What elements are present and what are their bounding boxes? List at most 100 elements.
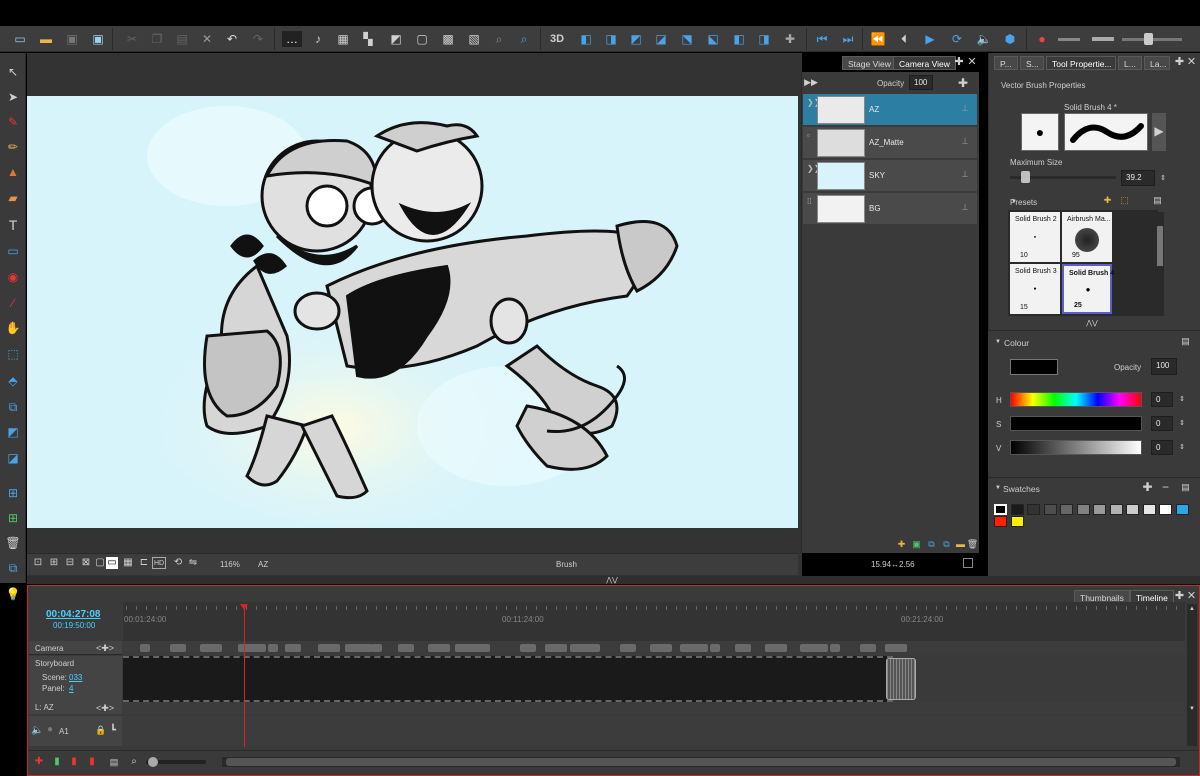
add-swatch-icon[interactable]: ✚ — [1142, 481, 1153, 493]
zoom-icon[interactable]: ▧ — [466, 31, 482, 47]
swatches-collapse-icon[interactable]: ▼ — [994, 483, 1002, 493]
hue-stepper-icon[interactable]: ⇕ — [1177, 392, 1187, 407]
loop-icon[interactable]: ⟳ — [949, 31, 965, 47]
tab-stage-view[interactable]: Stage View — [842, 56, 897, 70]
split-panel-icon[interactable]: ▮ — [86, 756, 98, 768]
undo-icon[interactable]: ↶ — [224, 31, 240, 47]
eraser-tool-icon[interactable]: ▰ — [5, 190, 21, 206]
grid-toggle-icon[interactable]: ▦ — [122, 557, 134, 569]
layer-lock-icon[interactable]: ⊥ — [961, 103, 969, 114]
camera-keyframe[interactable] — [200, 644, 222, 652]
camera-keyframe[interactable] — [590, 644, 600, 652]
drawing-canvas[interactable] — [27, 96, 798, 528]
brush-tip-preview[interactable]: ● — [1021, 113, 1059, 151]
camera-icon-6[interactable]: ⬕ — [705, 31, 721, 47]
export-preset-icon[interactable]: ⬚ — [1119, 195, 1130, 206]
brush-width-line-2[interactable] — [1092, 37, 1114, 41]
close-panel-icon[interactable]: ✕ — [1186, 57, 1197, 68]
camera-track-controls-icon[interactable]: <✚> — [92, 642, 118, 654]
camera-keyframe[interactable] — [680, 644, 708, 652]
camera-keyframe[interactable] — [285, 644, 301, 652]
swatch[interactable] — [1175, 504, 1189, 515]
new-file-icon[interactable]: ▭ — [12, 31, 28, 47]
redo-icon[interactable]: ↷ — [250, 31, 266, 47]
preset-solid-brush-4[interactable]: Solid Brush 4 ● 25 — [1062, 264, 1114, 314]
brush-tip-icon[interactable]: ● — [1034, 31, 1050, 47]
remove-swatch-icon[interactable]: − — [1160, 481, 1171, 493]
camera-keyframe[interactable] — [650, 644, 672, 652]
reset-zoom-icon[interactable]: ⊠ — [80, 557, 92, 569]
camera-icon-4[interactable]: ◪ — [653, 31, 669, 47]
swatch[interactable] — [1142, 504, 1156, 515]
scroll-up-icon[interactable]: ▲ — [1187, 604, 1197, 614]
audio-lock-icon[interactable]: 🔒 — [95, 725, 106, 736]
zoom-out-icon-2[interactable]: ⊟ — [64, 557, 76, 569]
swatch[interactable] — [1093, 504, 1106, 515]
duplicate-panel-icon[interactable]: ⊞ — [5, 510, 21, 526]
shape-tool-icon[interactable]: ▭ — [5, 243, 21, 259]
preset-airbrush[interactable]: Airbrush Ma... 95 — [1062, 212, 1112, 262]
open-file-icon[interactable]: ▬ — [38, 31, 54, 47]
max-size-slider-handle[interactable] — [1020, 171, 1030, 183]
contour-editor-icon[interactable]: ➤ — [5, 89, 21, 105]
layer-row-sky[interactable]: ❯❯ SKY ⊥ — [803, 160, 977, 192]
camera-keyframe[interactable] — [830, 644, 840, 652]
camera-keyframe[interactable] — [480, 644, 490, 652]
saturation-stepper-icon[interactable]: ⇕ — [1177, 416, 1187, 431]
value-input[interactable]: 0 — [1151, 440, 1173, 455]
timeline-zoom-handle[interactable] — [148, 757, 158, 767]
delete-panel-icon[interactable]: ▮ — [68, 756, 80, 768]
trash-icon[interactable]: 🗑 — [5, 535, 21, 551]
swatch[interactable] — [1159, 504, 1172, 515]
select-tool-icon[interactable]: ↖ — [5, 64, 21, 80]
3d-icon[interactable]: 3D — [548, 31, 566, 47]
camera-keyframe[interactable] — [398, 644, 414, 652]
camera-icon-8[interactable]: ◨ — [756, 31, 772, 47]
paint-tool-icon[interactable]: ◉ — [5, 269, 21, 285]
dropper-tool-icon[interactable]: ⁄ — [5, 295, 21, 311]
tab-tool-properties[interactable]: Tool Propertie... — [1046, 56, 1116, 70]
current-colour-swatch[interactable] — [1010, 359, 1058, 375]
max-size-input[interactable]: 39.2 — [1121, 170, 1155, 186]
camera-icon-3[interactable]: ◩ — [628, 31, 644, 47]
camera-keyframe[interactable] — [545, 644, 567, 652]
layer-visibility-icon[interactable]: ⁞⁞ — [807, 197, 811, 206]
safe-area-toggle-icon[interactable]: ⊏ — [138, 557, 150, 569]
saturation-input[interactable]: 0 — [1151, 416, 1173, 431]
camera-keyframe[interactable] — [710, 644, 720, 652]
hue-input[interactable]: 0 — [1151, 392, 1173, 407]
value-stepper-icon[interactable]: ⇕ — [1177, 440, 1187, 455]
layer-track-controls-icon[interactable]: <✚> — [92, 703, 118, 713]
tab-s[interactable]: S... — [1020, 56, 1044, 70]
layer-icon-2[interactable]: ◩ — [5, 424, 21, 440]
stamp-tool-icon[interactable]: ▲ — [5, 164, 21, 180]
colour-menu-icon[interactable]: ▤ — [1180, 336, 1191, 347]
camera-keyframe[interactable] — [428, 644, 450, 652]
tab-la[interactable]: La... — [1144, 56, 1170, 70]
import-preset-icon[interactable]: ✚ — [1102, 195, 1113, 206]
camera-keyframe[interactable] — [520, 644, 536, 652]
collapse-timeline-icon[interactable]: ⋀⋁ — [600, 576, 624, 584]
paste-icon[interactable]: ▤ — [174, 31, 190, 47]
close-view-icon[interactable]: ✕ — [966, 56, 978, 68]
hand-tool-icon[interactable]: ✋ — [5, 320, 21, 336]
tab-camera-view[interactable]: Camera View — [893, 56, 956, 70]
previous-frame-icon[interactable]: ⏴ — [896, 31, 912, 47]
duplicate-layer-icon[interactable]: ⧉ — [926, 539, 937, 550]
add-timeline-tab-icon[interactable]: ✚ — [1174, 591, 1185, 602]
swatch[interactable] — [1043, 504, 1057, 515]
cut-icon[interactable]: ✂ — [124, 31, 140, 47]
tab-l[interactable]: L... — [1118, 56, 1142, 70]
camera-tool-icon[interactable]: ⬘ — [5, 373, 21, 389]
flip-icon[interactable]: ⇋ — [187, 557, 199, 569]
pencil-tool-icon[interactable]: ✏ — [5, 139, 21, 155]
swatch[interactable] — [1010, 516, 1024, 527]
timeline-hscroll-thumb[interactable] — [226, 758, 1176, 766]
colour-opacity-input[interactable]: 100 — [1151, 358, 1177, 375]
timeline-zoom-icon[interactable]: ⌕ — [128, 756, 140, 768]
camera-keyframe[interactable] — [885, 644, 907, 652]
swatch[interactable] — [1060, 504, 1073, 515]
swatch[interactable] — [994, 516, 1007, 527]
expand-layers-icon[interactable]: ▶▶ — [804, 76, 818, 88]
layer-lock-icon[interactable]: ⊥ — [961, 169, 969, 180]
